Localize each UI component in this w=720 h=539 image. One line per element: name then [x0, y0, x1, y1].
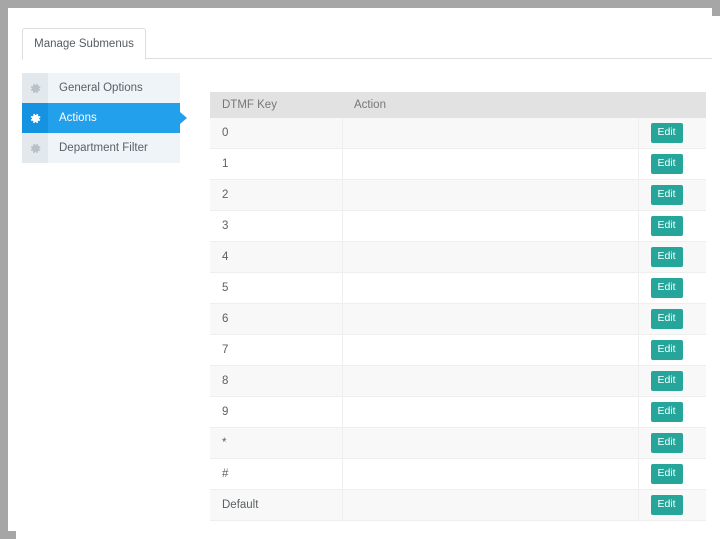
cell-action [342, 335, 638, 366]
cell-dtmf-key: 3 [210, 211, 342, 242]
edit-button[interactable]: Edit [651, 433, 683, 453]
cell-controls: Edit [638, 273, 706, 304]
table-row: # Edit [210, 459, 706, 490]
edit-button[interactable]: Edit [651, 278, 683, 298]
edit-button[interactable]: Edit [651, 495, 683, 515]
edit-button[interactable]: Edit [651, 340, 683, 360]
table-row: 0 Edit [210, 118, 706, 149]
cell-controls: Edit [638, 242, 706, 273]
sidebar-item-actions[interactable]: Actions [22, 103, 180, 133]
dtmf-actions-table: DTMF Key Action 0 Edit 1 Edit 2 Edit 3 Edit 4 Edi… [210, 92, 706, 521]
edit-button[interactable]: Edit [651, 247, 683, 267]
column-header-action: Action [342, 92, 638, 118]
cell-action [342, 180, 638, 211]
edit-button[interactable]: Edit [651, 123, 683, 143]
column-header-dtmf-key: DTMF Key [210, 92, 342, 118]
cell-controls: Edit [638, 459, 706, 490]
gear-icon [22, 73, 48, 103]
edit-button[interactable]: Edit [651, 154, 683, 174]
sidebar-item-label: Department Filter [48, 142, 148, 154]
cell-dtmf-key: 5 [210, 273, 342, 304]
settings-sidebar: General Options Actions [22, 73, 180, 163]
table-row: 4 Edit [210, 242, 706, 273]
tab-manage-submenus[interactable]: Manage Submenus [22, 28, 146, 60]
table-row: 5 Edit [210, 273, 706, 304]
cell-controls: Edit [638, 304, 706, 335]
table-row: 2 Edit [210, 180, 706, 211]
cell-action [342, 397, 638, 428]
cell-dtmf-key: 9 [210, 397, 342, 428]
cell-dtmf-key: 2 [210, 180, 342, 211]
cell-action [342, 304, 638, 335]
cell-dtmf-key: 1 [210, 149, 342, 180]
cell-controls: Edit [638, 211, 706, 242]
tab-label: Manage Submenus [34, 38, 134, 50]
cell-controls: Edit [638, 397, 706, 428]
edit-button[interactable]: Edit [651, 216, 683, 236]
gear-icon [22, 133, 48, 163]
cell-action [342, 366, 638, 397]
edit-button[interactable]: Edit [651, 371, 683, 391]
table-row: * Edit [210, 428, 706, 459]
cell-action [342, 459, 638, 490]
sidebar-item-general-options[interactable]: General Options [22, 73, 180, 103]
cell-action [342, 149, 638, 180]
table-row: 9 Edit [210, 397, 706, 428]
cell-dtmf-key: 6 [210, 304, 342, 335]
sidebar-item-label: General Options [48, 82, 143, 94]
cell-action [342, 242, 638, 273]
table-row: 8 Edit [210, 366, 706, 397]
cell-dtmf-key: * [210, 428, 342, 459]
cell-controls: Edit [638, 118, 706, 149]
edit-button[interactable]: Edit [651, 402, 683, 422]
application-window: Manage Submenus General Options [0, 0, 720, 539]
cell-dtmf-key: 7 [210, 335, 342, 366]
cell-dtmf-key: # [210, 459, 342, 490]
table-row: 3 Edit [210, 211, 706, 242]
edit-button[interactable]: Edit [651, 185, 683, 205]
cell-action [342, 211, 638, 242]
table-row: 1 Edit [210, 149, 706, 180]
cell-dtmf-key: 4 [210, 242, 342, 273]
cell-action [342, 490, 638, 521]
table-body: 0 Edit 1 Edit 2 Edit 3 Edit 4 Edit 5 Edit 6 Edit 7 Edit… [210, 118, 706, 521]
table-row: 7 Edit [210, 335, 706, 366]
edit-button[interactable]: Edit [651, 309, 683, 329]
edit-button[interactable]: Edit [651, 464, 683, 484]
table-row: Default Edit [210, 490, 706, 521]
cell-controls: Edit [638, 180, 706, 211]
sidebar-item-department-filter[interactable]: Department Filter [22, 133, 180, 163]
cell-controls: Edit [638, 366, 706, 397]
cell-action [342, 428, 638, 459]
sidebar-item-label: Actions [48, 112, 97, 124]
cell-controls: Edit [638, 428, 706, 459]
cell-action [342, 118, 638, 149]
table-header-row: DTMF Key Action [210, 92, 706, 118]
table-header: DTMF Key Action [210, 92, 706, 118]
gear-icon [22, 103, 48, 133]
cell-dtmf-key: 0 [210, 118, 342, 149]
cell-dtmf-key: 8 [210, 366, 342, 397]
column-header-controls [638, 92, 706, 118]
cell-controls: Edit [638, 490, 706, 521]
window-content: Manage Submenus General Options [16, 16, 720, 539]
table-row: 6 Edit [210, 304, 706, 335]
cell-action [342, 273, 638, 304]
cell-controls: Edit [638, 335, 706, 366]
active-pointer-icon [180, 112, 187, 124]
cell-dtmf-key: Default [210, 490, 342, 521]
cell-controls: Edit [638, 149, 706, 180]
